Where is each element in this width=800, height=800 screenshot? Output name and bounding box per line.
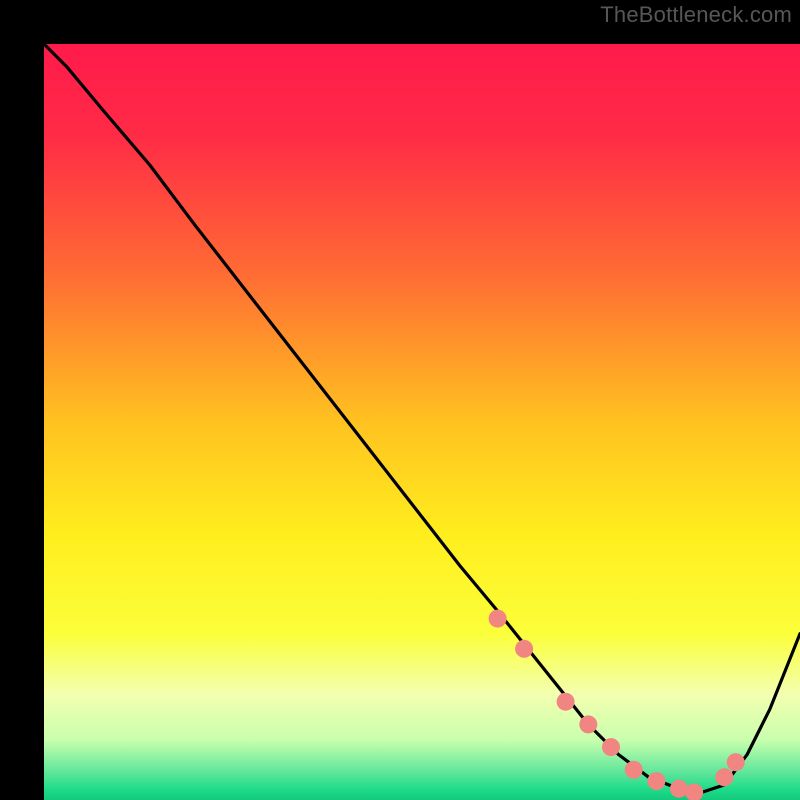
- chart-svg: [44, 44, 800, 800]
- curve-marker: [557, 693, 575, 711]
- plot-area: [22, 22, 778, 778]
- curve-marker: [625, 761, 643, 779]
- curve-marker: [715, 768, 733, 786]
- curve-marker: [727, 753, 745, 771]
- curve-marker: [602, 738, 620, 756]
- curve-marker: [579, 715, 597, 733]
- curve-marker: [489, 610, 507, 628]
- curve-marker: [647, 772, 665, 790]
- curve-marker: [515, 640, 533, 658]
- curve-marker: [670, 780, 688, 798]
- watermark-text: TheBottleneck.com: [600, 2, 792, 28]
- gradient-bg: [44, 44, 800, 800]
